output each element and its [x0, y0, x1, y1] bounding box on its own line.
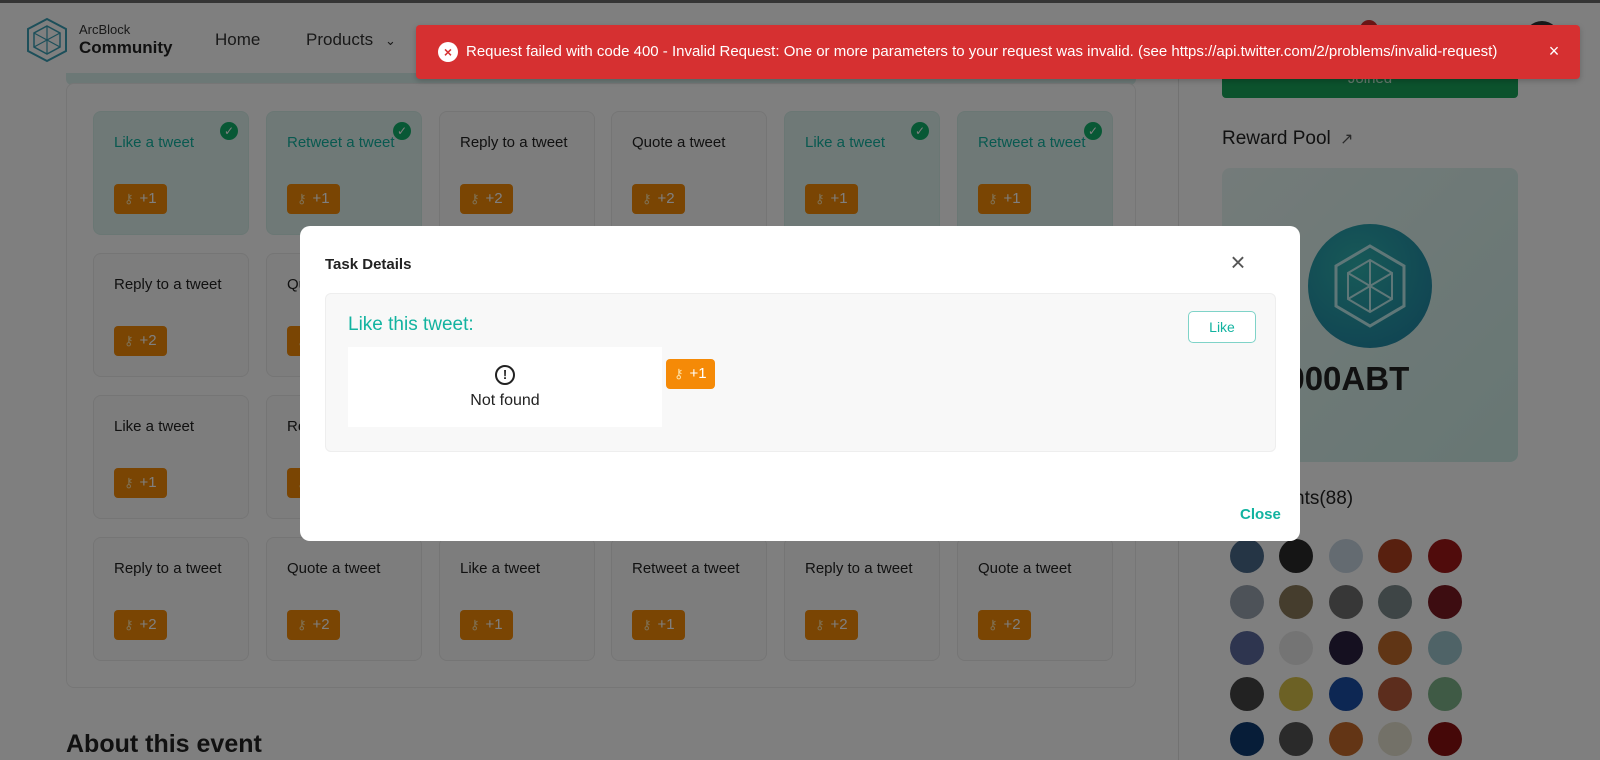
alert-circle-icon: !: [495, 365, 515, 385]
error-message: Request failed with code 400 - Invalid R…: [466, 43, 1498, 60]
close-button[interactable]: Close: [1240, 506, 1281, 523]
task-details-modal: Task Details × Like this tweet: Like ! N…: [300, 226, 1300, 541]
reward-badge: ⚷ +1: [666, 359, 715, 389]
tweet-task-panel: Like this tweet: Like ! Not found ⚷ +1: [325, 293, 1276, 452]
modal-title: Task Details: [325, 256, 412, 273]
like-tweet-heading: Like this tweet:: [348, 314, 474, 335]
tweet-embed-placeholder: ! Not found: [348, 347, 662, 427]
toast-close-icon[interactable]: ×: [1542, 39, 1566, 63]
not-found-text: Not found: [470, 392, 540, 409]
key-icon: ⚷: [674, 366, 684, 381]
close-icon[interactable]: ×: [1224, 248, 1252, 276]
reward-value: +1: [689, 365, 707, 382]
error-toast: × Request failed with code 400 - Invalid…: [416, 25, 1580, 79]
like-button[interactable]: Like: [1188, 311, 1256, 343]
error-circle-icon: ×: [438, 42, 458, 62]
